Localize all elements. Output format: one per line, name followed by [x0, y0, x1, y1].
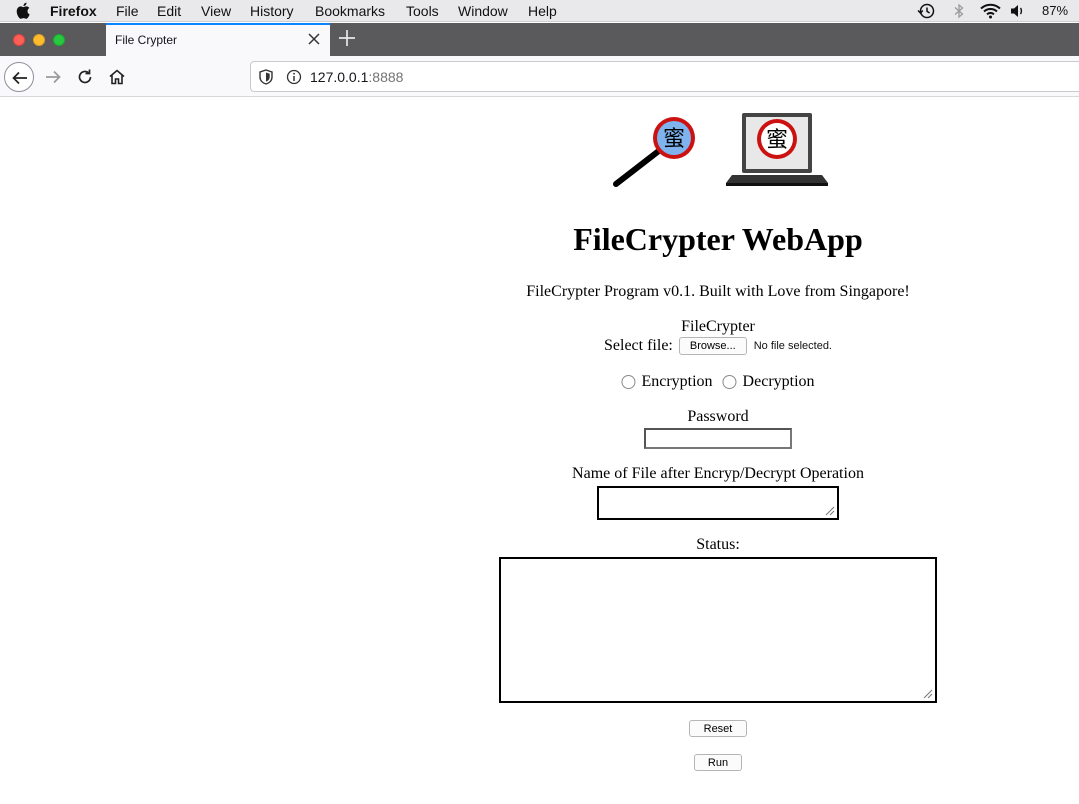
menu-bookmarks[interactable]: Bookmarks: [315, 3, 385, 19]
url-text[interactable]: 127.0.0.1:8888: [310, 69, 403, 85]
menu-window[interactable]: Window: [458, 3, 508, 19]
window-zoom-button[interactable]: [53, 34, 65, 46]
browser-tab-strip: File Crypter: [0, 23, 1079, 56]
new-tab-icon[interactable]: [338, 29, 356, 47]
file-status-text: No file selected.: [753, 340, 832, 352]
reload-button[interactable]: [70, 62, 100, 92]
window-minimize-button[interactable]: [33, 34, 45, 46]
reload-icon: [78, 69, 92, 84]
page-title: FileCrypter WebApp: [573, 221, 863, 257]
tab-title: File Crypter: [115, 33, 178, 47]
url-host: 127.0.0.1: [310, 69, 369, 85]
forward-button[interactable]: [38, 62, 68, 92]
url-bar[interactable]: 127.0.0.1:8888: [250, 61, 1079, 92]
battery-percentage[interactable]: 87%: [1042, 3, 1068, 18]
menu-file[interactable]: File: [116, 3, 139, 19]
section-label: FileCrypter: [681, 318, 755, 335]
arrow-left-icon: [12, 71, 27, 85]
url-port: :8888: [368, 69, 404, 85]
decryption-radio-label[interactable]: Decryption: [743, 373, 815, 391]
home-button[interactable]: [102, 62, 132, 92]
status-label: Status:: [696, 536, 740, 553]
menu-tools[interactable]: Tools: [406, 3, 439, 19]
password-label: Password: [687, 408, 749, 425]
logo-glyph: 蜜: [663, 127, 685, 152]
menu-history[interactable]: History: [250, 3, 294, 19]
page-subtitle: FileCrypter Program v0.1. Built with Lov…: [526, 283, 910, 300]
magnifier-logo-image: 蜜: [613, 117, 695, 187]
reset-button[interactable]: Reset: [689, 720, 747, 737]
encryption-radio-label[interactable]: Encryption: [641, 373, 712, 391]
time-machine-icon[interactable]: [917, 3, 935, 19]
wifi-icon[interactable]: [980, 3, 1001, 19]
menu-view[interactable]: View: [201, 3, 231, 19]
menu-app-firefox[interactable]: Firefox: [50, 3, 97, 19]
apple-icon[interactable]: [16, 2, 30, 19]
window-close-button[interactable]: [13, 34, 25, 46]
arrow-right-icon: [46, 70, 61, 84]
mode-radio-group: Encryption Decryption: [621, 373, 815, 391]
resize-grip-icon[interactable]: [922, 688, 933, 699]
password-input[interactable]: [644, 428, 792, 449]
home-icon: [109, 69, 125, 85]
output-name-label: Name of File after Encryp/Decrypt Operat…: [572, 465, 864, 482]
back-button[interactable]: [4, 62, 34, 92]
macos-menu-bar: Firefox File Edit View History Bookmarks…: [0, 0, 1079, 22]
bluetooth-icon[interactable]: [953, 3, 965, 19]
site-info-icon[interactable]: [286, 69, 302, 85]
run-button[interactable]: Run: [694, 754, 742, 771]
browse-button[interactable]: Browse...: [678, 337, 747, 355]
laptop-logo-image: 蜜: [726, 113, 828, 186]
tracking-protection-shield-icon[interactable]: [259, 69, 273, 85]
volume-icon[interactable]: [1010, 3, 1026, 19]
logo-glyph-2: 蜜: [766, 128, 788, 153]
encryption-radio[interactable]: [621, 375, 636, 389]
page-content: 蜜 蜜 FileCrypter WebApp FileCrypter Progr…: [0, 97, 1079, 804]
menu-help[interactable]: Help: [528, 3, 557, 19]
status-textarea[interactable]: [499, 557, 937, 703]
select-file-label: Select file:: [604, 337, 673, 354]
browser-nav-toolbar: 127.0.0.1:8888: [0, 56, 1079, 97]
tab-file-crypter[interactable]: File Crypter: [106, 23, 330, 56]
decryption-radio[interactable]: [722, 375, 737, 389]
close-tab-icon[interactable]: [306, 31, 322, 47]
output-name-textarea[interactable]: [597, 486, 839, 520]
menu-edit[interactable]: Edit: [157, 3, 181, 19]
file-select-row: Select file: Browse... No file selected.: [604, 337, 832, 355]
resize-grip-icon[interactable]: [824, 505, 835, 516]
